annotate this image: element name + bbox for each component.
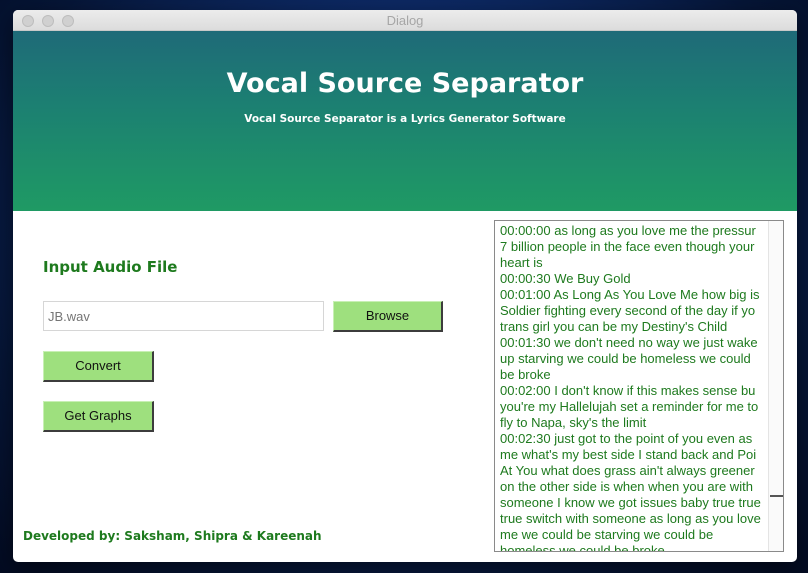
window-title: Dialog: [386, 13, 424, 28]
lyric-line: me what's my best side I stand back and …: [500, 447, 757, 462]
lyric-line: me we could be starving we could be: [500, 527, 714, 542]
header-banner: Vocal Source Separator Vocal Source Sepa…: [13, 31, 797, 211]
lyrics-output-textarea[interactable]: 00:00:00 as long as you love me the pres…: [494, 220, 784, 552]
lyric-line: homeless we could be broke: [500, 543, 665, 551]
title-bar[interactable]: Dialog: [13, 10, 797, 31]
lyric-line: be broke: [500, 367, 551, 382]
lyric-line: trans girl you can be my Destiny's Child: [500, 319, 728, 334]
input-audio-heading: Input Audio File: [43, 258, 178, 276]
lyric-line: you're my Hallelujah set a reminder for …: [500, 399, 759, 414]
app-subtitle: Vocal Source Separator is a Lyrics Gener…: [244, 113, 566, 125]
lyrics-scrollbar[interactable]: [768, 221, 783, 551]
lyric-line: up starving we could be homeless we coul…: [500, 351, 751, 366]
lyrics-text: 00:00:00 as long as you love me the pres…: [500, 223, 766, 551]
lyric-line: true switch with someone as long as you …: [500, 511, 761, 526]
get-graphs-button[interactable]: Get Graphs: [43, 401, 154, 432]
scroll-thumb[interactable]: [770, 495, 783, 497]
lyric-line: 00:02:30 just got to the point of you ev…: [500, 431, 753, 446]
lyric-line: At You what does grass ain't always gree…: [500, 463, 755, 478]
lyric-line: someone I know we got issues baby true t…: [500, 495, 761, 510]
convert-button[interactable]: Convert: [43, 351, 154, 382]
lyric-line: heart is: [500, 255, 543, 270]
lyric-line: on the other side is when when you are w…: [500, 479, 753, 494]
lyric-line: 00:02:00 I don't know if this makes sens…: [500, 383, 756, 398]
lyric-line: fly to Napa, sky's the limit: [500, 415, 647, 430]
developer-credits: Developed by: Saksham, Shipra & Kareenah: [23, 529, 322, 543]
browse-button[interactable]: Browse: [333, 301, 443, 332]
dialog-window: Dialog Vocal Source Separator Vocal Sour…: [13, 10, 797, 562]
lyric-line: 00:01:30 we don't need no way we just wa…: [500, 335, 758, 350]
lyric-line: 00:00:00 as long as you love me the pres…: [500, 223, 756, 238]
lyric-line: 00:00:30 We Buy Gold: [500, 271, 631, 286]
audio-file-input[interactable]: [43, 301, 324, 331]
lyric-line: Soldier fighting every second of the day…: [500, 303, 756, 318]
lyric-line: 7 billion people in the face even though…: [500, 239, 755, 254]
app-title: Vocal Source Separator: [226, 68, 584, 99]
lyric-line: 00:01:00 As Long As You Love Me how big …: [500, 287, 760, 302]
